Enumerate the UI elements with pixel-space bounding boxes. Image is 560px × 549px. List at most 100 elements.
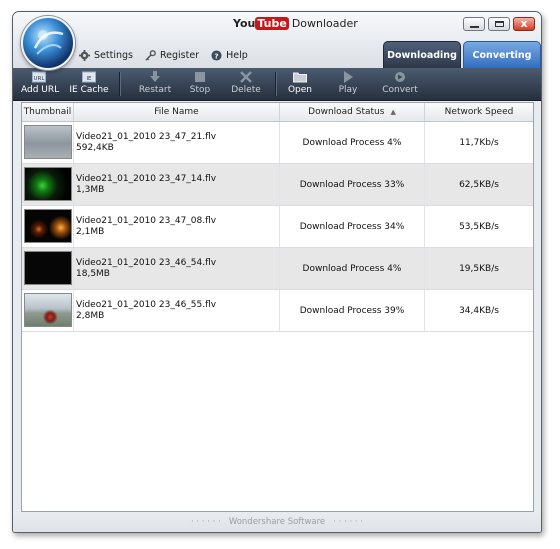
delete-label: Delete <box>231 85 261 95</box>
view-tabs: Downloading Converting <box>383 41 541 69</box>
close-icon: x <box>520 17 528 30</box>
gear-icon <box>79 50 90 61</box>
video-thumbnail <box>24 125 72 159</box>
column-header-file-name[interactable]: File Name <box>74 103 280 121</box>
help-menu[interactable]: ? Help <box>211 50 248 61</box>
toolbar-separator <box>275 72 276 96</box>
restart-button[interactable]: Restart <box>133 69 177 99</box>
sort-ascending-icon: ▲ <box>390 108 396 116</box>
thumbnail-cell <box>22 290 74 331</box>
delete-x-icon <box>239 71 253 83</box>
open-button[interactable]: Open <box>283 69 317 99</box>
minimize-icon <box>470 26 479 28</box>
folder-icon <box>293 71 307 83</box>
app-logo[interactable] <box>21 16 75 70</box>
file-size: 18,5MB <box>76 269 110 279</box>
download-status-header-label: Download Status <box>308 107 385 117</box>
app-window: You Tube Downloader x Settings Register … <box>12 11 542 533</box>
file-name-cell: Video21_01_2010 23_47_14.flv 1,3MB <box>74 164 280 205</box>
table-row[interactable]: Video21_01_2010 23_46_54.flv 18,5MB Down… <box>22 248 533 290</box>
play-icon <box>341 71 355 83</box>
convert-button[interactable]: Convert <box>379 69 421 99</box>
column-header-network-speed[interactable]: Network Speed <box>425 103 533 121</box>
thumbnail-cell <box>22 248 74 289</box>
open-label: Open <box>287 85 313 95</box>
thumbnail-cell <box>22 164 74 205</box>
table-row[interactable]: Video21_01_2010 23_47_21.flv 592,4KB Dow… <box>22 122 533 164</box>
stop-icon <box>193 71 207 83</box>
download-status-cell: Download Process 34% <box>280 206 425 247</box>
file-name: Video21_01_2010 23_46_54.flv <box>76 258 217 268</box>
svg-text:?: ? <box>214 51 218 60</box>
network-speed-cell: 53,5KB/s <box>459 221 499 232</box>
key-icon <box>145 50 156 61</box>
thumbnail-cell <box>22 206 74 247</box>
add-url-label: Add URL <box>21 85 60 95</box>
title-tube: Tube <box>255 17 289 30</box>
settings-menu[interactable]: Settings <box>79 50 133 61</box>
delete-button[interactable]: Delete <box>227 69 265 99</box>
window-controls: x <box>463 17 535 31</box>
footer-brand: Wondershare Software <box>228 517 326 527</box>
toolbar: URL Add URL IE IE Cache Restart Stop Del… <box>13 68 541 101</box>
download-status-cell: Download Process 33% <box>280 164 425 205</box>
toolbar-separator <box>119 72 120 96</box>
register-menu[interactable]: Register <box>145 50 199 61</box>
network-speed-cell: 19,5KB/s <box>459 263 499 274</box>
table-row[interactable]: Video21_01_2010 23_46_55.flv 2,8MB Downl… <box>22 290 533 332</box>
register-label: Register <box>159 50 200 61</box>
file-name: Video21_01_2010 23_47_14.flv <box>76 174 217 184</box>
convert-label: Convert <box>382 85 418 95</box>
minimize-button[interactable] <box>463 17 485 31</box>
title-downloader: Downloader <box>291 17 358 30</box>
file-name: Video21_01_2010 23_47_21.flv <box>76 132 217 142</box>
title-you: You <box>233 17 256 30</box>
file-size: 592,4KB <box>76 143 114 153</box>
play-button[interactable]: Play <box>333 69 363 99</box>
network-speed-cell: 34,4KB/s <box>459 305 499 316</box>
video-thumbnail <box>24 293 72 327</box>
file-size: 1,3MB <box>76 185 105 195</box>
help-label: Help <box>226 50 248 61</box>
download-status-cell: Download Process 4% <box>280 122 425 163</box>
table-row[interactable]: Video21_01_2010 23_47_14.flv 1,3MB Downl… <box>22 164 533 206</box>
file-name: Video21_01_2010 23_46_55.flv <box>76 300 217 310</box>
video-thumbnail <box>24 209 72 243</box>
network-speed-cell: 62,5KB/s <box>459 179 499 190</box>
tab-downloading[interactable]: Downloading <box>383 41 461 69</box>
file-size: 2,8MB <box>76 311 105 321</box>
footer-dots-left: · · · · · · <box>190 517 221 527</box>
window-title: You Tube Downloader <box>233 15 358 33</box>
play-label: Play <box>338 85 358 95</box>
menu-bar: Settings Register ? Help <box>79 50 248 61</box>
close-button[interactable]: x <box>513 17 535 31</box>
footer-dots-right: · · · · · · <box>333 517 364 527</box>
restart-label: Restart <box>138 85 172 95</box>
ie-cache-icon: IE <box>82 71 96 83</box>
download-status-cell: Download Process 4% <box>280 248 425 289</box>
tab-converting[interactable]: Converting <box>463 41 541 69</box>
network-speed-cell: 11,7Kb/s <box>459 137 499 148</box>
download-list: Thumbnail File Name Download Status ▲ Net… <box>21 102 534 512</box>
restart-arrow-icon <box>148 71 162 83</box>
settings-label: Settings <box>94 50 133 61</box>
file-name-cell: Video21_01_2010 23_47_21.flv 592,4KB <box>74 122 280 163</box>
file-size: 2,1MB <box>76 227 105 237</box>
help-icon: ? <box>211 50 222 61</box>
stop-label: Stop <box>189 85 211 95</box>
ie-cache-icon-text: IE <box>86 76 92 82</box>
footer: · · · · · · Wondershare Software · · · ·… <box>13 514 541 532</box>
video-thumbnail <box>24 251 72 285</box>
list-header: Thumbnail File Name Download Status ▲ Net… <box>22 103 533 122</box>
file-name-cell: Video21_01_2010 23_46_54.flv 18,5MB <box>74 248 280 289</box>
add-url-button[interactable]: URL Add URL <box>21 69 60 99</box>
table-row[interactable]: Video21_01_2010 23_47_08.flv 2,1MB Downl… <box>22 206 533 248</box>
column-header-download-status[interactable]: Download Status ▲ <box>280 103 425 121</box>
logo-swirl-icon <box>33 30 64 55</box>
ie-cache-button[interactable]: IE IE Cache <box>69 69 109 99</box>
column-header-thumbnail[interactable]: Thumbnail <box>22 103 74 121</box>
ie-cache-label: IE Cache <box>69 85 109 95</box>
download-status-cell: Download Process 39% <box>280 290 425 331</box>
stop-button[interactable]: Stop <box>185 69 215 99</box>
maximize-button[interactable] <box>488 17 510 31</box>
